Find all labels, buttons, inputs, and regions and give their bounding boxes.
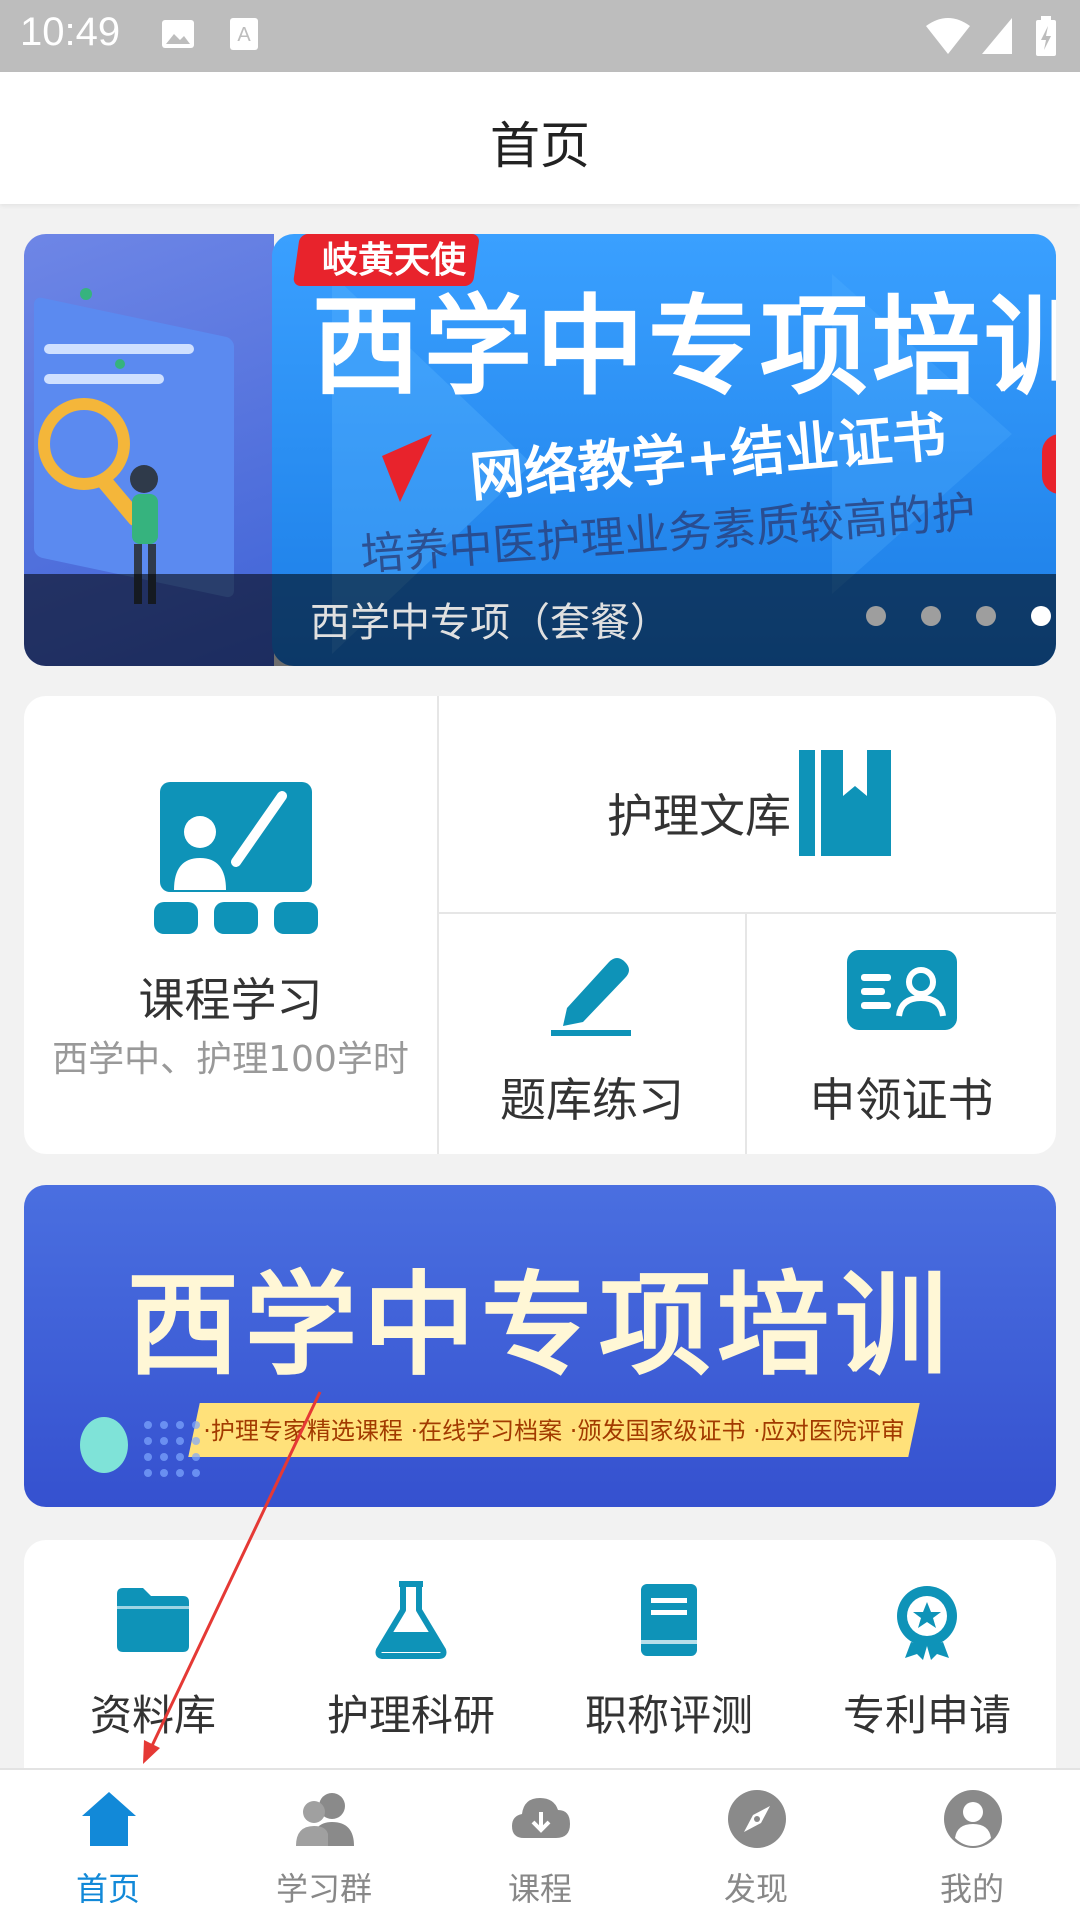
promo-ribbon-text: ·护理专家精选课程 ·在线学习档案 ·颁发国家级证书 ·应对医院评审 xyxy=(203,1417,905,1445)
teaching-board-icon xyxy=(154,782,318,934)
nav-label: 课程 xyxy=(507,1870,572,1908)
cloud-icon xyxy=(512,1798,570,1838)
group-icon xyxy=(296,1793,354,1846)
shortcut-nursing-research[interactable]: 护理科研 xyxy=(282,1540,540,1780)
signal-icon xyxy=(982,18,1012,54)
nursing-library-tile[interactable]: 护理文库 xyxy=(439,696,1056,912)
banner-carousel[interactable]: 岐黄天使 西学中专项培训 网络教学+结业证书 培养中医护理业务素质较高的护 西学… xyxy=(24,234,1056,666)
shortcut-label: 资料库 xyxy=(89,1691,216,1740)
book-icon xyxy=(641,1584,697,1656)
bottom-navigation: 首页 学习群 课程 发现 我的 xyxy=(0,1768,1080,1922)
slide-title-text: 西学中专项培训 xyxy=(312,285,1056,410)
course-study-tile[interactable]: 课程学习 西学中、护理100学时 xyxy=(24,696,437,1154)
nav-label: 学习群 xyxy=(275,1870,372,1908)
app-header: 首页 xyxy=(0,72,1080,204)
folder-icon xyxy=(117,1588,189,1652)
promo-banner[interactable]: 西学中专项培训 ·护理专家精选课程 ·在线学习档案 ·颁发国家级证书 ·应对医院… xyxy=(24,1185,1056,1507)
nav-home[interactable]: 首页 xyxy=(0,1770,216,1922)
shortcut-label: 护理科研 xyxy=(326,1691,495,1740)
nav-discover[interactable]: 发现 xyxy=(648,1770,864,1922)
nav-profile[interactable]: 我的 xyxy=(864,1770,1080,1922)
decorative-dots-icon xyxy=(80,1417,200,1477)
pencil-icon xyxy=(551,958,631,1036)
status-time: 10:49 xyxy=(20,10,121,54)
battery-icon xyxy=(1036,16,1056,56)
course-study-label: 课程学习 xyxy=(138,973,323,1027)
shortcut-resource-library[interactable]: 资料库 xyxy=(24,1540,282,1780)
carousel-dot-active[interactable] xyxy=(1031,606,1051,626)
nav-label: 发现 xyxy=(723,1870,788,1908)
shortcut-title-assessment[interactable]: 职称评测 xyxy=(540,1540,798,1780)
award-icon xyxy=(897,1586,957,1660)
person-icon xyxy=(944,1790,1002,1848)
svg-text:A: A xyxy=(237,24,251,46)
shortcut-row: 资料库 护理科研 职称评测 专利申请 xyxy=(24,1540,1056,1780)
keyboard-notification-icon: A xyxy=(230,18,258,50)
banner-caption: 西学中专项（套餐） xyxy=(310,600,670,646)
carousel-dot[interactable] xyxy=(976,606,996,626)
nursing-library-label: 护理文库 xyxy=(607,789,791,843)
wifi-icon xyxy=(926,18,970,54)
nav-courses[interactable]: 课程 xyxy=(432,1770,648,1922)
id-card-icon xyxy=(847,950,957,1030)
certificate-label: 申领证书 xyxy=(809,1073,994,1127)
home-icon xyxy=(82,1792,136,1846)
compass-icon xyxy=(728,1790,786,1848)
question-bank-tile[interactable]: 题库练习 xyxy=(439,914,745,1154)
nav-study-group[interactable]: 学习群 xyxy=(216,1770,432,1922)
shortcut-label: 专利申请 xyxy=(842,1691,1011,1740)
carousel-dot[interactable] xyxy=(921,606,941,626)
status-bar: 10:49 A xyxy=(0,0,1080,72)
course-study-subtitle: 西学中、护理100学时 xyxy=(52,1039,409,1080)
slide-tag-text: 岐黄天使 xyxy=(322,240,467,281)
page-title: 首页 xyxy=(490,117,590,175)
nav-label: 首页 xyxy=(75,1870,140,1908)
certificate-tile[interactable]: 申领证书 xyxy=(747,914,1056,1154)
carousel-dot[interactable] xyxy=(866,606,886,626)
shortcut-patent-application[interactable]: 专利申请 xyxy=(798,1540,1056,1780)
promo-title: 西学中专项培训 xyxy=(127,1261,953,1391)
feature-grid: 课程学习 西学中、护理100学时 护理文库 题库练习 申领证书 xyxy=(24,696,1056,1154)
flask-icon xyxy=(375,1581,447,1659)
nav-label: 我的 xyxy=(939,1870,1004,1908)
bookmark-book-icon xyxy=(799,750,891,856)
image-notification-icon xyxy=(162,20,194,48)
shortcut-label: 职称评测 xyxy=(584,1691,753,1740)
question-bank-label: 题库练习 xyxy=(500,1073,684,1127)
